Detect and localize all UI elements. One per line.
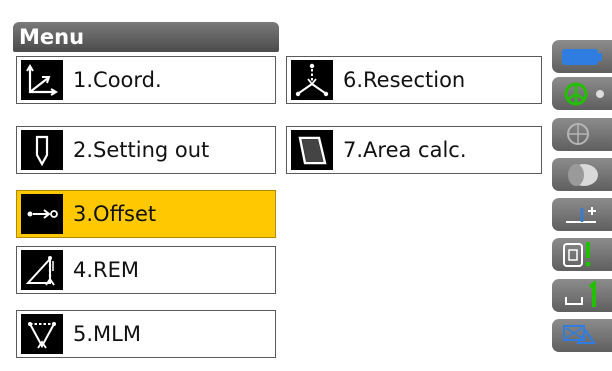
menu-item-rem[interactable]: 4.REM [16,246,276,294]
menu-item-resection[interactable]: 6.Resection [286,56,542,104]
coordinate-axes-icon [21,60,63,100]
resection-icon [291,60,333,100]
memory-card-icon[interactable] [552,238,612,271]
menu-item-label: 7.Area calc. [343,138,467,162]
tilt-level-icon[interactable] [552,118,612,151]
bluetooth-communication-icon[interactable] [552,319,612,352]
menu-item-setting-out[interactable]: 2.Setting out [16,126,276,174]
menu-item-area-calc[interactable]: 7.Area calc. [286,126,542,174]
rem-triangle-icon [21,250,63,290]
area-polygon-icon [291,130,333,170]
face-indicator-icon[interactable] [552,279,612,312]
menu-item-label: 6.Resection [343,68,466,92]
mlm-triangle-icon [21,314,63,354]
menu-title-bar: Menu [13,22,279,52]
battery-icon[interactable] [552,40,612,73]
menu-item-label: 1.Coord. [73,68,162,92]
laser-pointer-icon[interactable] [552,158,612,191]
menu-item-label: 5.MLM [73,322,141,346]
menu-item-offset[interactable]: 3.Offset [16,190,276,238]
menu-item-label: 2.Setting out [73,138,210,162]
target-prism-icon[interactable] [552,77,612,110]
menu-item-coord[interactable]: 1.Coord. [16,56,276,104]
input-mode-icon[interactable] [552,198,612,231]
offset-arrow-icon [21,194,63,234]
menu-item-label: 4.REM [73,258,140,282]
status-icon-strip [546,40,612,360]
plumb-bob-icon [21,130,63,170]
menu-item-mlm[interactable]: 5.MLM [16,310,276,358]
menu-item-label: 3.Offset [73,202,157,226]
page-title: Menu [19,25,85,49]
